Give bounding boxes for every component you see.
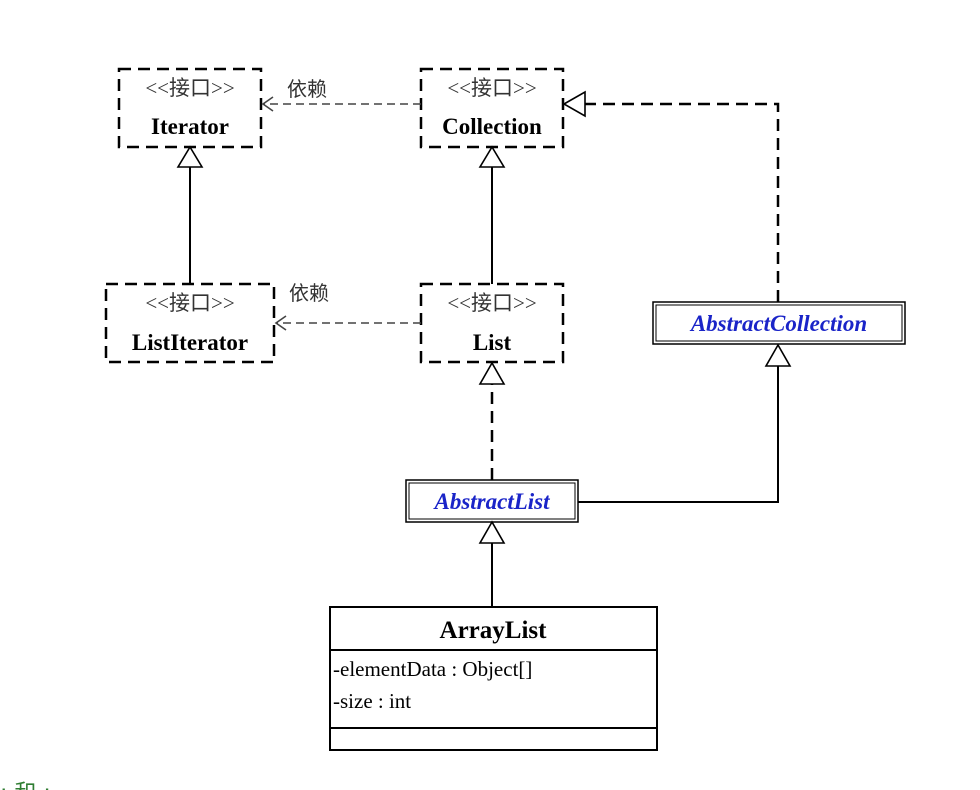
- abstract-collection-name: AbstractCollection: [689, 311, 867, 336]
- list-iterator-name: ListIterator: [132, 330, 248, 355]
- list-stereotype: <<接口>>: [447, 291, 536, 315]
- footer-text: : 和 :: [0, 781, 51, 790]
- array-list-name: ArrayList: [440, 617, 548, 644]
- list-extends-collection: [478, 145, 506, 284]
- abstractlist-implements-list: [478, 361, 506, 480]
- abstractlist-extends-abstractcollection: [578, 343, 792, 503]
- list-depends-listiterator: 依赖: [274, 281, 421, 331]
- iterator-name: Iterator: [151, 114, 229, 139]
- listiterator-extends-iterator: [176, 145, 204, 284]
- arraylist-extends-abstractlist: [478, 520, 506, 607]
- collection-depends-iterator: 依赖: [261, 77, 421, 112]
- collection-stereotype: <<接口>>: [447, 76, 536, 100]
- list-iterator-stereotype: <<接口>>: [145, 291, 234, 315]
- uml-class-diagram: <<接口>> Iterator <<接口>> Collection <<接口>>…: [0, 67, 906, 790]
- array-list-class: ArrayList -elementData : Object[] -size …: [329, 606, 658, 751]
- collection-interface: <<接口>> Collection: [419, 67, 565, 149]
- array-list-attribute: -elementData : Object[]: [333, 657, 532, 681]
- iterator-stereotype: <<接口>>: [145, 76, 234, 100]
- list-interface: <<接口>> List: [419, 282, 565, 364]
- array-list-attribute: -size : int: [333, 689, 411, 713]
- abstract-list-class: AbstractList: [405, 479, 579, 523]
- abstract-list-name: AbstractList: [432, 489, 550, 514]
- list-name: List: [473, 330, 512, 355]
- list-iterator-interface: <<接口>> ListIterator: [104, 282, 276, 364]
- dependency-label: 依赖: [287, 77, 327, 101]
- collection-name: Collection: [442, 114, 542, 139]
- dependency-label: 依赖: [289, 281, 329, 305]
- abstract-collection-class: AbstractCollection: [652, 301, 906, 345]
- iterator-interface: <<接口>> Iterator: [117, 67, 263, 149]
- abstractcollection-implements-collection: [562, 90, 780, 302]
